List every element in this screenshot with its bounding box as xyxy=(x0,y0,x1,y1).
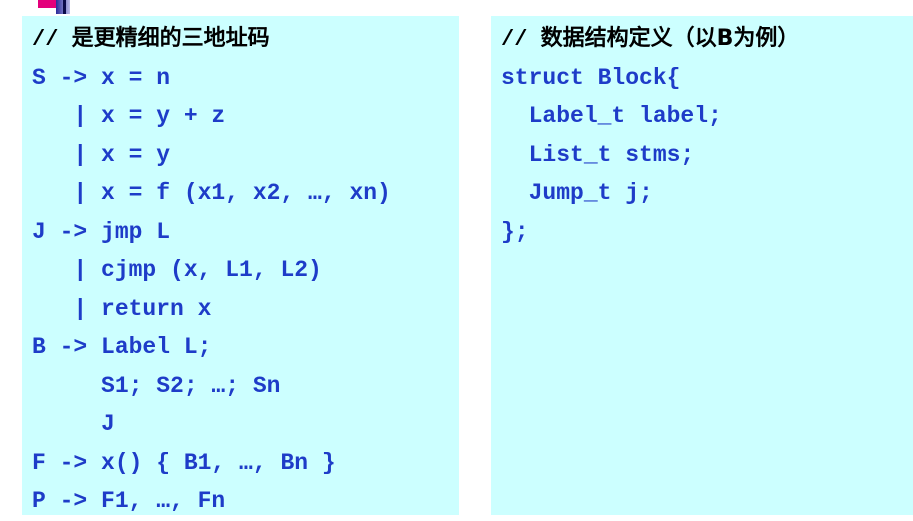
struct-line: struct Block{ xyxy=(501,64,681,91)
grammar-comment-text: 是更精细的三地址码 xyxy=(71,26,270,51)
struct-line: List_t stms; xyxy=(501,141,695,168)
struct-comment-slashes: // xyxy=(501,27,541,52)
struct-panel: // 数据结构定义（以B为例） struct Block{ Label_t la… xyxy=(491,16,913,515)
grammar-comment-slashes: // xyxy=(32,27,72,52)
struct-comment-text: 数据结构定义（以B为例） xyxy=(540,26,800,51)
grammar-line: S -> x = n xyxy=(32,64,171,91)
struct-line: Jump_t j; xyxy=(501,180,653,206)
grammar-comment: // 是更精细的三地址码 xyxy=(22,20,459,59)
grammar-line: | x = y xyxy=(32,141,171,168)
grammar-line: B -> Label L; xyxy=(32,334,212,360)
corner-decoration-bar xyxy=(63,0,66,14)
grammar-line: | x = f (x1, x2, …, xn) xyxy=(32,180,391,206)
grammar-line: F -> x() { B1, …, Bn } xyxy=(32,449,336,476)
struct-comment: // 数据结构定义（以B为例） xyxy=(491,20,913,59)
struct-line: }; xyxy=(501,218,529,245)
grammar-line: | cjmp (x, L1, L2) xyxy=(32,257,322,283)
grammar-line: S1; S2; …; Sn xyxy=(32,372,281,399)
grammar-line: J xyxy=(32,411,115,437)
corner-decoration xyxy=(30,0,70,14)
grammar-line: | return x xyxy=(32,295,212,322)
corner-decoration-magenta xyxy=(38,0,56,8)
grammar-panel: // 是更精细的三地址码 S -> x = n | x = y + z | x … xyxy=(22,16,459,515)
struct-line: Label_t label; xyxy=(501,103,722,129)
grammar-line: J -> jmp L xyxy=(32,218,171,245)
grammar-line: | x = y + z xyxy=(32,103,226,129)
